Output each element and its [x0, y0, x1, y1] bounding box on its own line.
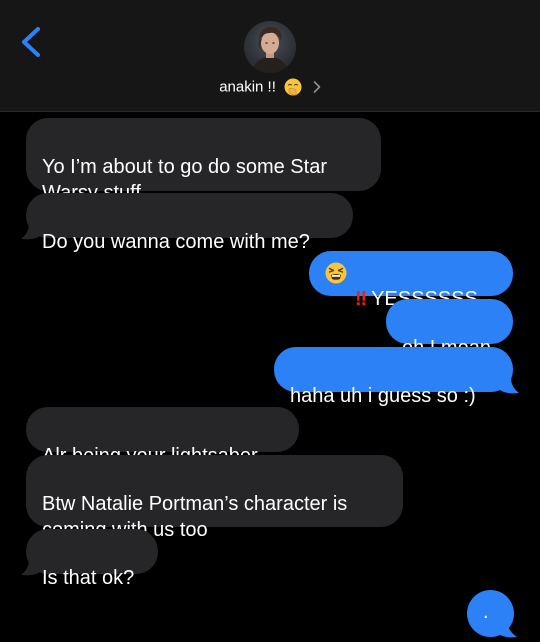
bubble-tail: [500, 374, 519, 394]
contact-avatar[interactable]: [244, 21, 296, 73]
message-bubble-incoming[interactable]: Alr being your lightsaber: [26, 407, 299, 467]
message-bubble-outgoing[interactable]: oh I mean: [386, 299, 513, 359]
message-bubble-incoming[interactable]: Do you wanna come with me?: [26, 193, 353, 253]
bubble-tail: [499, 620, 517, 638]
message-bubble-outgoing[interactable]: ‼YESSSSSS: [309, 251, 513, 310]
conversation-header: anakin !!: [0, 0, 540, 112]
double-exclamation-mark: ‼: [355, 288, 367, 310]
message-bubble-outgoing[interactable]: haha uh i guess so :): [274, 347, 513, 407]
message-bubble-incoming[interactable]: Btw Natalie Portman’s character is comin…: [26, 455, 403, 541]
message-text: .: [483, 601, 489, 623]
message-text: Is that ok?: [42, 567, 135, 589]
tired-face-icon: [325, 262, 347, 284]
message-bubble-incoming[interactable]: Is that ok?: [26, 529, 158, 589]
contact-name: anakin !!: [219, 78, 276, 96]
message-text: haha uh i guess so :): [290, 385, 476, 407]
back-chevron-icon[interactable]: [18, 26, 46, 58]
bubble-tail: [21, 220, 40, 240]
chevron-right-icon: [313, 81, 321, 93]
face-with-hand-over-mouth-icon: [284, 78, 302, 96]
message-bubble-incoming[interactable]: Yo I’m about to go do some Star Warsy st…: [26, 118, 381, 204]
contact-name-row[interactable]: anakin !!: [0, 78, 540, 96]
message-text: Do you wanna come with me?: [42, 231, 310, 253]
bubble-tail: [21, 556, 40, 576]
